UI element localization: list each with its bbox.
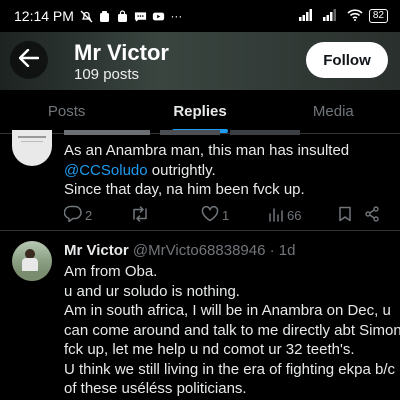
- views-icon: [268, 206, 284, 225]
- reply-icon: [63, 205, 82, 225]
- share-icon: [364, 205, 380, 225]
- reply-button[interactable]: 2: [63, 205, 93, 225]
- tweet-line: As an Anambra man, this man has insulted: [64, 141, 392, 161]
- back-arrow-icon: [18, 48, 40, 72]
- reply-count: 2: [85, 207, 93, 223]
- tweet-line: Am from Oba.: [64, 263, 158, 280]
- bookmark-icon: [338, 206, 352, 225]
- tab-media-label: Media: [312, 103, 354, 120]
- tweet-line: fck up, let me help u nd comot ur 32 tee…: [64, 341, 355, 358]
- tweet-line: @CCSoludo outrightly.: [64, 161, 392, 181]
- tweet-line: can come around and talk to me directly …: [64, 321, 400, 339]
- signal-icon-2: [322, 8, 341, 24]
- tab-replies-label: Replies: [173, 103, 227, 120]
- back-button[interactable]: [10, 41, 48, 79]
- profile-name: Mr Victor: [74, 40, 169, 65]
- tweet-line: of these uséléss politicians.: [64, 380, 247, 397]
- status-bar: 12:14 PM ··· 82: [0, 0, 400, 32]
- youtube-notification-icon: [152, 10, 165, 23]
- wifi-icon: [347, 8, 363, 24]
- author-handle[interactable]: @MrVicto68838946: [133, 242, 266, 259]
- tweet-line: u and ur soludo is nothing.: [64, 282, 240, 300]
- tweet-actions: 2 1 66: [63, 204, 386, 226]
- like-button[interactable]: 1: [201, 205, 230, 225]
- more-notifications-icon: ···: [170, 9, 183, 23]
- text-segment: outrightly.: [147, 161, 216, 179]
- tweet-line: Since that day, na him been fvck up.: [64, 180, 392, 200]
- tweet-line: U think we still living in the era of fi…: [64, 360, 396, 378]
- profile-tabs: Posts Replies Media: [0, 90, 400, 134]
- battery-indicator: 82: [368, 9, 388, 23]
- tweet-text: As an Anambra man, this man has insulted…: [64, 141, 392, 200]
- app-notification-icon: [98, 10, 111, 23]
- views-count: 66: [287, 207, 302, 223]
- like-icon: [201, 205, 219, 225]
- tweet-text: Am from Oba. u and ur soludo is nothing.…: [64, 262, 400, 399]
- chat-notification-icon: [134, 10, 147, 23]
- text-segment: As an Anambra man, this man has insulted: [64, 142, 350, 159]
- post-count: 109 posts: [74, 66, 140, 83]
- tweet-1[interactable]: As an Anambra man, this man has insulted…: [0, 130, 400, 230]
- views-button[interactable]: 66: [268, 206, 301, 225]
- notification-icons: ···: [80, 9, 183, 23]
- tab-posts[interactable]: Posts: [0, 90, 133, 133]
- system-indicators: 82: [298, 8, 388, 24]
- tab-posts-label: Posts: [47, 103, 86, 120]
- tweet-time: · 1d: [269, 242, 296, 259]
- retweet-icon: [130, 205, 150, 225]
- follow-button[interactable]: Follow: [306, 42, 388, 78]
- tweet-line: Am in south africa, I will be in Anambra…: [64, 302, 391, 319]
- tweet-header: Mr Victor @MrVicto68838946 · 1d: [64, 242, 296, 259]
- muted-notification-icon: [80, 10, 93, 23]
- text-segment: Since that day, na him been fvck up.: [64, 181, 305, 198]
- bag-notification-icon: [116, 9, 129, 23]
- share-button[interactable]: [364, 205, 380, 225]
- tab-replies[interactable]: Replies: [133, 90, 266, 133]
- truncated-author-row: [64, 130, 304, 140]
- bookmark-button[interactable]: [338, 206, 352, 225]
- retweet-button[interactable]: [130, 205, 150, 225]
- mention-link[interactable]: @CCSoludo: [64, 162, 148, 179]
- tweet-2[interactable]: Mr Victor @MrVicto68838946 · 1d Am from …: [0, 231, 400, 400]
- profile-header: Mr Victor 109 posts Follow: [0, 32, 400, 90]
- signal-icon-1: [298, 8, 317, 24]
- avatar[interactable]: [12, 241, 52, 281]
- status-time: 12:14 PM: [14, 8, 74, 24]
- like-count: 1: [222, 207, 230, 223]
- author-name[interactable]: Mr Victor: [64, 242, 129, 259]
- avatar[interactable]: [12, 130, 52, 166]
- tab-media[interactable]: Media: [267, 90, 400, 133]
